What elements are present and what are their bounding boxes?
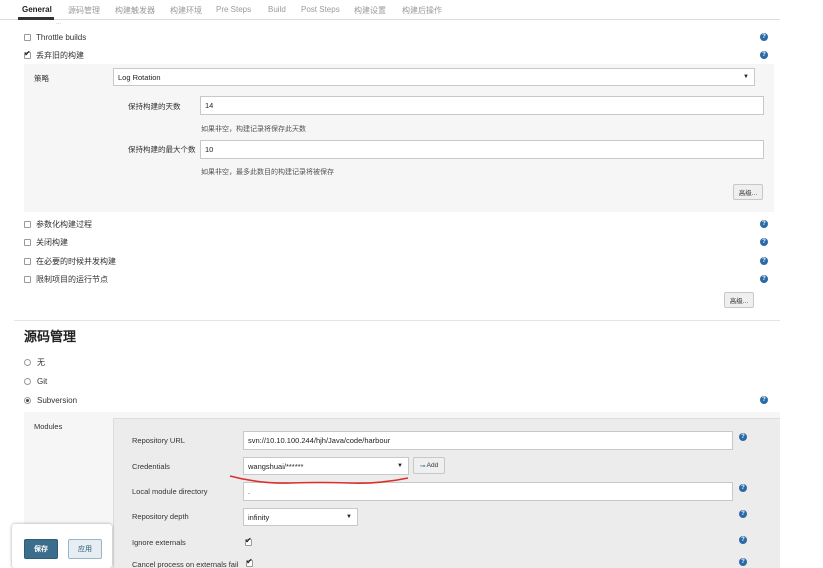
credentials-value: wangshuai/******	[248, 461, 304, 471]
local-dir-input[interactable]: .	[243, 482, 733, 501]
add-button-label: Add	[426, 462, 439, 469]
restrict-node-checkbox[interactable]	[24, 275, 31, 283]
help-icon[interactable]: ?	[739, 558, 747, 566]
help-icon[interactable]: ?	[739, 484, 747, 492]
depth-label: Repository depth	[132, 512, 189, 521]
max-builds-input[interactable]: 10	[200, 140, 764, 159]
disable-build-checkbox[interactable]	[24, 238, 31, 246]
chevron-down-icon: ▼	[346, 514, 352, 520]
chevron-down-icon: ▼	[743, 74, 749, 80]
parameterized-label: 参数化构建过程	[36, 219, 92, 229]
chevron-down-icon: ▼	[397, 463, 403, 469]
discard-old-builds-row[interactable]: 丢弃旧的构建	[24, 49, 84, 61]
help-icon[interactable]: ?	[760, 275, 768, 283]
save-bar: 保存 应用	[12, 524, 112, 568]
clipped-text: ...	[56, 20, 62, 26]
throttle-builds-checkbox[interactable]	[24, 33, 31, 41]
days-to-keep-label: 保持构建的天数	[128, 102, 181, 111]
scm-subversion-row[interactable]: Subversion	[24, 394, 77, 406]
modules-label: Modules	[34, 422, 63, 431]
help-icon[interactable]: ?	[739, 433, 747, 441]
restrict-node-label: 限制项目的运行节点	[36, 274, 108, 284]
parameterized-row[interactable]: 参数化构建过程	[24, 218, 92, 230]
tab-triggers[interactable]: 构建触发器	[115, 5, 155, 16]
tab-post-build[interactable]: 构建后操作	[402, 5, 442, 16]
help-icon[interactable]: ?	[760, 257, 768, 265]
help-icon[interactable]: ?	[760, 396, 768, 404]
discard-settings-panel	[24, 64, 774, 212]
active-tab-indicator	[18, 17, 54, 20]
credentials-select[interactable]: wangshuai/****** ▼	[243, 457, 409, 475]
restrict-node-row[interactable]: 限制项目的运行节点	[24, 273, 108, 285]
cancel-externals-checkbox[interactable]	[246, 557, 253, 567]
tab-pre-steps[interactable]: Pre Steps	[216, 5, 251, 14]
disable-build-row[interactable]: 关闭构建	[24, 236, 68, 248]
scm-subversion-radio[interactable]	[24, 396, 31, 404]
help-icon[interactable]: ?	[739, 510, 747, 518]
discard-old-builds-label: 丢弃旧的构建	[36, 50, 84, 60]
repo-url-value: svn://10.10.100.244/hjh/Java/code/harbou…	[248, 436, 391, 445]
days-to-keep-help: 如果非空，构建记录将保存此天数	[201, 126, 306, 133]
repo-url-input[interactable]: svn://10.10.100.244/hjh/Java/code/harbou…	[243, 431, 733, 450]
scm-section-title: 源码管理	[24, 329, 77, 344]
concurrent-build-row[interactable]: 在必要的时候并发构建	[24, 255, 116, 267]
ignore-externals-label: Ignore externals	[132, 538, 186, 547]
scm-none-row[interactable]: 无	[24, 356, 45, 368]
section-divider	[14, 320, 780, 321]
scm-git-row[interactable]: Git	[24, 375, 47, 387]
tab-build-settings[interactable]: 构建设置	[354, 5, 386, 16]
max-builds-help: 如果非空，最多此数目的构建记录将被保存	[201, 169, 334, 176]
advanced-button[interactable]: 高级...	[724, 292, 754, 308]
scm-none-radio[interactable]	[24, 358, 31, 366]
discard-old-builds-checkbox[interactable]	[24, 49, 31, 59]
disable-build-label: 关闭构建	[36, 237, 68, 247]
help-icon[interactable]: ?	[760, 238, 768, 246]
scm-none-label: 无	[37, 357, 45, 367]
help-icon[interactable]: ?	[760, 51, 768, 59]
scm-subversion-label: Subversion	[37, 395, 78, 405]
max-builds-value: 10	[205, 145, 214, 154]
throttle-builds-row[interactable]: Throttle builds	[24, 31, 86, 43]
depth-value: infinity	[248, 512, 270, 522]
concurrent-build-checkbox[interactable]	[24, 257, 31, 265]
credentials-label: Credentials	[132, 462, 170, 471]
parameterized-checkbox[interactable]	[24, 220, 31, 228]
tab-post-steps[interactable]: Post Steps	[301, 5, 340, 14]
advanced-button[interactable]: 高级...	[733, 184, 763, 200]
ignore-externals-checkbox[interactable]	[245, 536, 252, 546]
help-icon[interactable]: ?	[739, 536, 747, 544]
help-icon[interactable]: ?	[760, 33, 768, 41]
tab-general[interactable]: General	[22, 5, 52, 14]
add-credentials-button[interactable]: ⊸ Add	[413, 457, 445, 474]
cancel-externals-label: Cancel process on externals fail	[132, 560, 239, 568]
help-icon[interactable]: ?	[760, 220, 768, 228]
days-to-keep-value: 14	[205, 101, 214, 110]
throttle-builds-label: Throttle builds	[36, 32, 87, 42]
scm-git-label: Git	[37, 376, 48, 386]
local-dir-label: Local module directory	[132, 487, 208, 496]
tab-scm[interactable]: 源码管理	[68, 5, 100, 16]
scm-git-radio[interactable]	[24, 377, 31, 385]
strategy-label: 策略	[34, 74, 49, 83]
tab-build[interactable]: Build	[268, 5, 286, 14]
max-builds-label: 保持构建的最大个数	[128, 145, 196, 154]
strategy-value: Log Rotation	[118, 72, 161, 82]
key-icon: ⊸	[419, 462, 426, 470]
concurrent-build-label: 在必要的时候并发构建	[36, 256, 116, 266]
depth-select[interactable]: infinity ▼	[243, 508, 358, 526]
config-tabs: General 源码管理 构建触发器 构建环境 Pre Steps Build …	[0, 0, 780, 20]
days-to-keep-input[interactable]: 14	[200, 96, 764, 115]
tab-build-env[interactable]: 构建环境	[170, 5, 202, 16]
apply-button[interactable]: 应用	[68, 539, 102, 559]
repo-url-label: Repository URL	[132, 436, 185, 445]
strategy-select[interactable]: Log Rotation ▼	[113, 68, 755, 86]
save-button[interactable]: 保存	[24, 539, 58, 559]
local-dir-value: .	[248, 487, 251, 496]
